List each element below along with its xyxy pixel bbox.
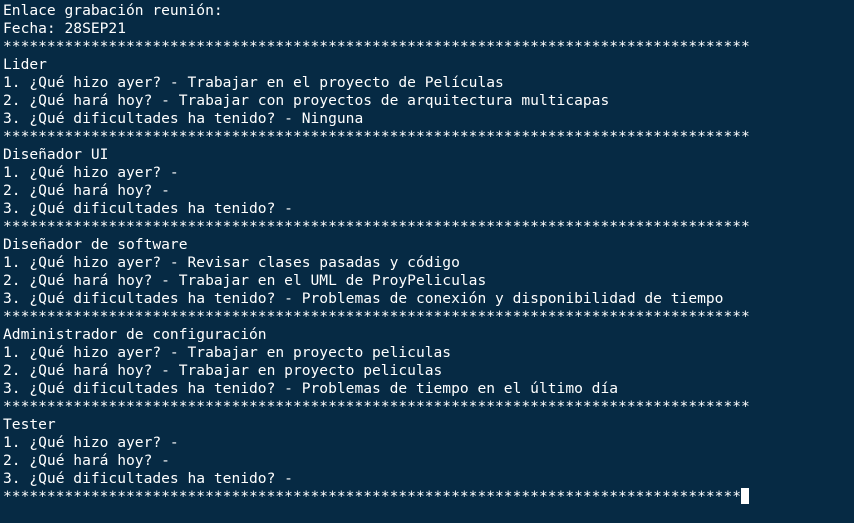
section-answer-today: 2. ¿Qué hará hoy? - bbox=[3, 452, 170, 469]
section-role-disenador-software: Diseñador de software bbox=[3, 236, 188, 253]
text-cursor bbox=[741, 488, 750, 504]
section-answer-yesterday: 1. ¿Qué hizo ayer? - bbox=[3, 434, 179, 451]
separator-line: ****************************************… bbox=[3, 308, 750, 325]
section-answer-difficulties: 3. ¿Qué dificultades ha tenido? - bbox=[3, 200, 293, 217]
section-answer-yesterday: 1. ¿Qué hizo ayer? - Revisar clases pasa… bbox=[3, 254, 460, 271]
section-answer-yesterday: 1. ¿Qué hizo ayer? - Trabajar en el proy… bbox=[3, 74, 504, 91]
section-role-disenador-ui: Diseñador UI bbox=[3, 146, 109, 163]
section-answer-today: 2. ¿Qué hará hoy? - bbox=[3, 182, 170, 199]
separator-line: ****************************************… bbox=[3, 218, 750, 235]
section-answer-difficulties: 3. ¿Qué dificultades ha tenido? - Ningun… bbox=[3, 110, 364, 127]
section-role-lider: Lider bbox=[3, 56, 47, 73]
section-answer-yesterday: 1. ¿Qué hizo ayer? - bbox=[3, 164, 179, 181]
section-role-administrador: Administrador de configuración bbox=[3, 326, 267, 343]
separator-line: ****************************************… bbox=[3, 398, 750, 415]
header-date: Fecha: 28SEP21 bbox=[3, 20, 127, 37]
section-role-tester: Tester bbox=[3, 416, 56, 433]
last-separator-line: ****************************************… bbox=[3, 488, 854, 506]
section-answer-today: 2. ¿Qué hará hoy? - Trabajar con proyect… bbox=[3, 92, 610, 109]
section-answer-today: 2. ¿Qué hará hoy? - Trabajar en el UML d… bbox=[3, 272, 487, 289]
section-answer-difficulties: 3. ¿Qué dificultades ha tenido? - bbox=[3, 470, 293, 487]
header-title: Enlace grabación reunión: bbox=[3, 2, 223, 19]
last-separator-text: ****************************************… bbox=[3, 488, 742, 505]
section-answer-yesterday: 1. ¿Qué hizo ayer? - Trabajar en proyect… bbox=[3, 344, 452, 361]
separator-line: ****************************************… bbox=[3, 128, 750, 145]
section-answer-difficulties: 3. ¿Qué dificultades ha tenido? - Proble… bbox=[3, 290, 724, 307]
terminal-window[interactable]: Enlace grabación reunión: Fecha: 28SEP21… bbox=[0, 0, 854, 523]
section-answer-today: 2. ¿Qué hará hoy? - Trabajar en proyecto… bbox=[3, 362, 443, 379]
separator-line: ****************************************… bbox=[3, 38, 750, 55]
section-answer-difficulties: 3. ¿Qué dificultades ha tenido? - Proble… bbox=[3, 380, 619, 397]
